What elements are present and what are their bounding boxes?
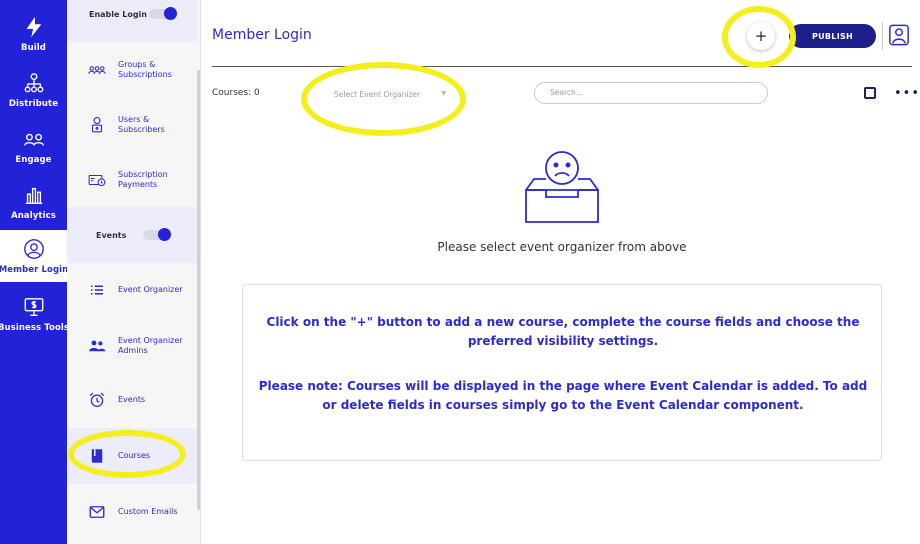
- panel-item-subscription-payments[interactable]: Subscription Payments: [67, 152, 197, 208]
- panel-item-custom-emails[interactable]: Custom Emails: [67, 484, 197, 540]
- events-label: Events: [96, 230, 127, 240]
- empty-state-message: Please select event organizer from above: [437, 240, 687, 254]
- events-toggle[interactable]: [143, 228, 171, 241]
- header-divider-line: [212, 66, 912, 67]
- select-all-checkbox[interactable]: [864, 87, 876, 99]
- nav-business-tools-label: Business Tools: [0, 323, 70, 333]
- panel-item-users-subscribers[interactable]: Users & Subscribers: [67, 97, 197, 153]
- panel-item-label: Users & Subscribers: [118, 115, 165, 134]
- panel-item-event-organizer-admins[interactable]: Event Organizer Admins: [67, 318, 197, 374]
- empty-box-icon: [524, 150, 600, 225]
- nav-engage-label: Engage: [15, 155, 52, 165]
- main-nav-rail: Build Distribute Engage Analytics Member…: [0, 0, 70, 544]
- mail-icon: [88, 503, 106, 521]
- panel-item-label: Subscription Payments: [118, 170, 168, 189]
- nav-business-tools[interactable]: Business Tools: [0, 290, 70, 346]
- panel-item-label: Events: [118, 395, 146, 404]
- nav-analytics[interactable]: Analytics: [0, 178, 67, 234]
- toggle-knob: [164, 7, 177, 20]
- highlight-courses-item: [68, 430, 186, 478]
- people-icon: [23, 133, 44, 146]
- nav-member-login[interactable]: Member Login: [0, 230, 69, 282]
- info-box: Click on the "+" button to add a new cou…: [242, 284, 882, 461]
- more-options-icon[interactable]: •••: [894, 86, 920, 101]
- search-placeholder: Search...: [550, 88, 583, 97]
- panel-item-groups-subscriptions[interactable]: Groups & Subscriptions: [67, 42, 197, 98]
- lock-user-icon: [88, 116, 106, 134]
- enable-login-toggle[interactable]: [149, 7, 177, 20]
- page-title: Member Login: [212, 27, 312, 43]
- nav-distribute-label: Distribute: [8, 99, 59, 109]
- nav-engage[interactable]: Engage: [0, 122, 67, 178]
- highlight-add-button: [722, 6, 796, 68]
- nav-build[interactable]: Build: [0, 10, 67, 66]
- panel-item-events[interactable]: Events: [67, 372, 197, 428]
- panel-item-label: Event Organizer: [118, 285, 183, 294]
- panel-scrollbar[interactable]: [197, 70, 200, 510]
- events-row: Events: [67, 207, 197, 263]
- profile-icon[interactable]: [888, 24, 910, 46]
- info-note: Please note: Courses will be displayed i…: [258, 379, 868, 412]
- monitor-dollar-icon: [24, 298, 43, 316]
- header-divider: [882, 22, 883, 50]
- nav-analytics-label: Analytics: [11, 211, 56, 221]
- panel-item-event-organizer[interactable]: Event Organizer: [67, 262, 197, 318]
- admins-icon: [88, 337, 106, 355]
- publish-button[interactable]: PUBLISH: [789, 24, 876, 48]
- network-icon: [24, 73, 43, 93]
- group-icon: [88, 61, 106, 79]
- nav-build-label: Build: [21, 43, 46, 53]
- toggle-knob: [158, 228, 171, 241]
- user-circle-icon: [23, 239, 44, 259]
- lightning-icon: [26, 16, 41, 38]
- highlight-event-organizer-select: [301, 62, 466, 136]
- panel-item-label: Groups & Subscriptions: [118, 60, 172, 79]
- alarm-icon: [88, 391, 106, 409]
- panel-item-label: Custom Emails: [118, 507, 178, 516]
- search-input[interactable]: Search...: [534, 82, 768, 104]
- nav-distribute[interactable]: Distribute: [0, 66, 67, 122]
- courses-count: Courses: 0: [212, 88, 260, 98]
- payment-icon: [88, 171, 106, 189]
- list-icon: [88, 281, 106, 299]
- info-instructions: Click on the "+" button to add a new cou…: [266, 315, 860, 348]
- enable-login-label: Enable Login: [89, 9, 147, 19]
- enable-login-row: Enable Login: [67, 0, 197, 42]
- bar-chart-icon: [25, 187, 42, 204]
- panel-item-label: Event Organizer Admins: [118, 336, 183, 355]
- nav-member-login-label: Member Login: [0, 265, 69, 275]
